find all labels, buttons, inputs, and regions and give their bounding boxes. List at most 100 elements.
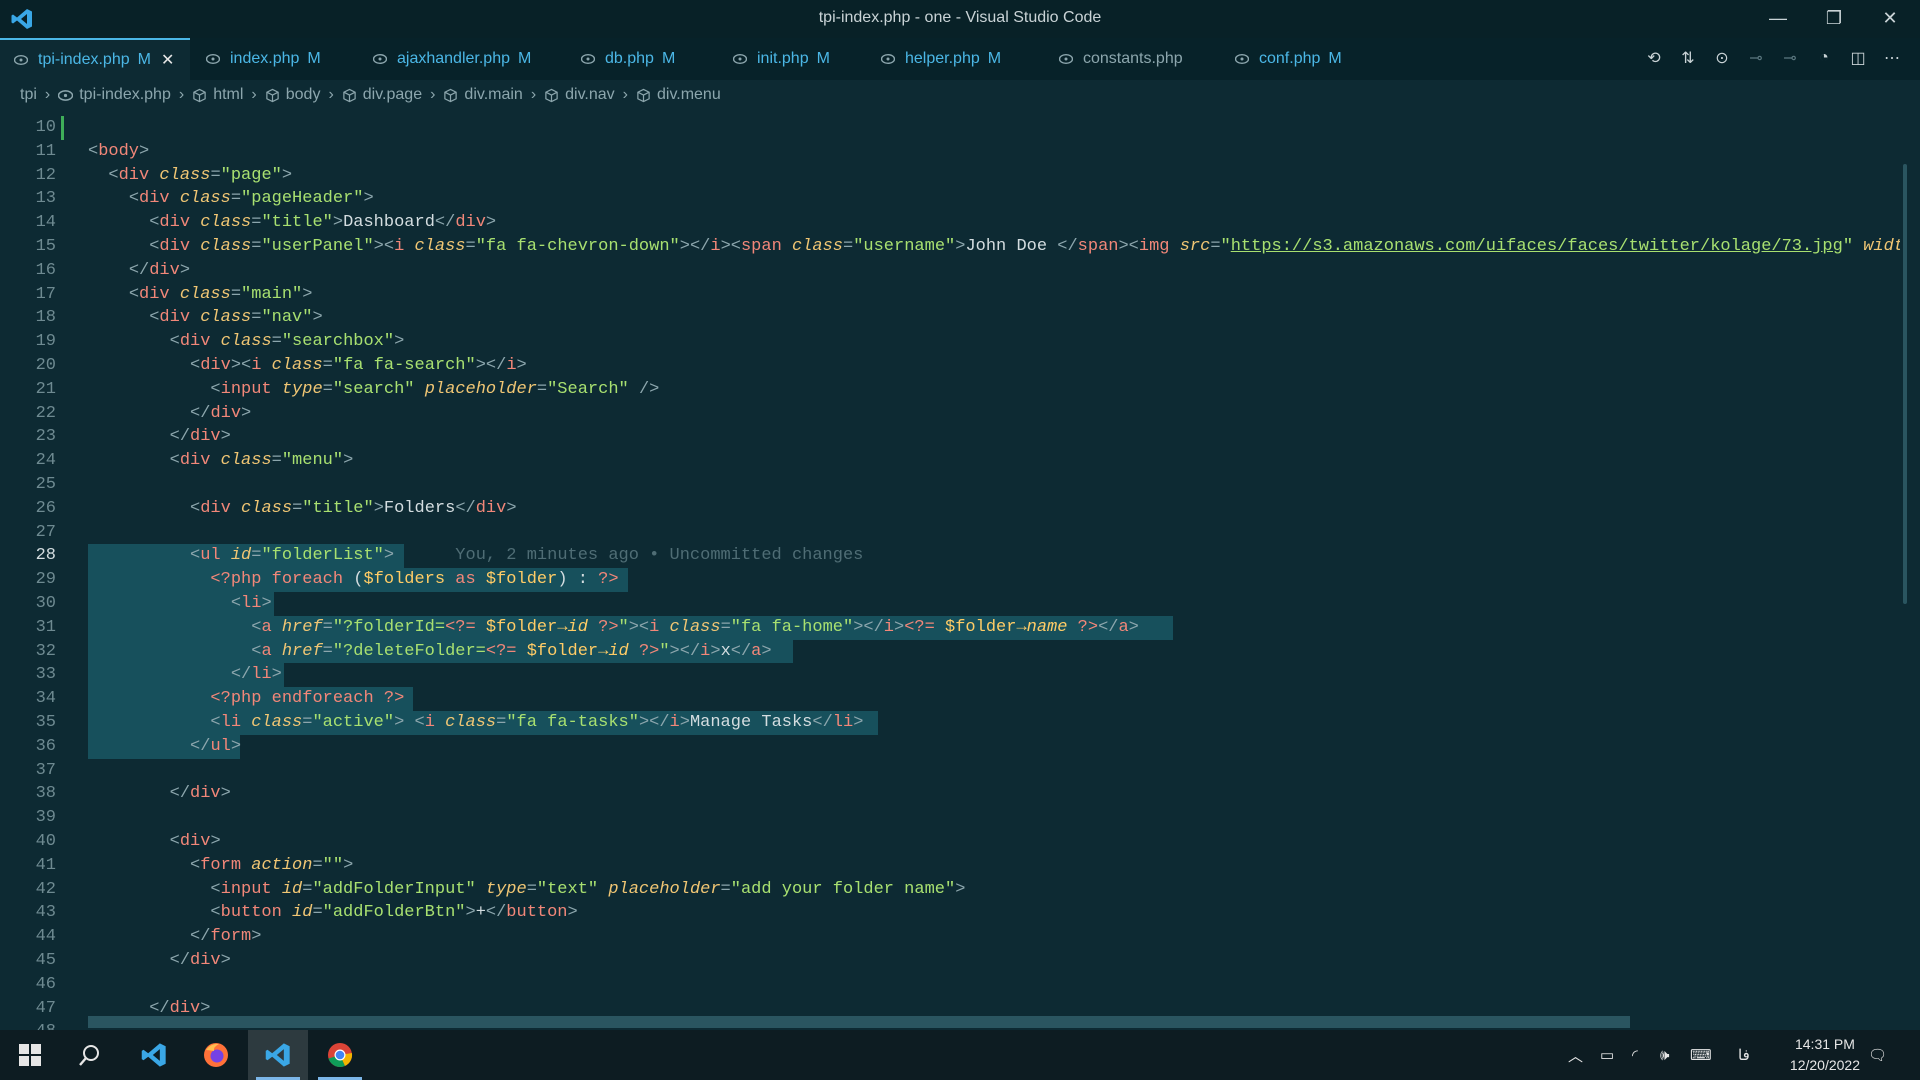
history-icon[interactable]: ⟲ (1644, 48, 1664, 68)
tab-label: init.php (757, 50, 809, 67)
modified-badge: M (661, 50, 676, 67)
code-line: </div> (190, 403, 252, 423)
symbol-cube-icon (545, 88, 558, 102)
php-file-icon (373, 54, 387, 64)
clock[interactable]: 14:31 PM 12/20/2022 (1790, 1034, 1860, 1076)
clock-date: 12/20/2022 (1789, 1057, 1860, 1073)
taskbar-vscode-active[interactable] (248, 1030, 308, 1080)
breadcrumb: tpi › tpi-index.php › html › body › div.page… (20, 84, 721, 106)
split-editor-icon[interactable]: ◫ (1848, 48, 1868, 68)
line-number: 40 (35, 832, 56, 851)
line-number: 36 (35, 736, 56, 756)
breadcrumb-item[interactable]: div.menu (657, 86, 721, 104)
line-number: 34 (35, 689, 56, 709)
code-line: <form action=""> (190, 855, 354, 875)
breadcrumb-item[interactable]: body (286, 86, 321, 104)
breadcrumb-item[interactable]: div.page (363, 86, 422, 104)
code-line: </li> (230, 665, 282, 685)
modified-badge: M (816, 50, 830, 67)
breadcrumb-item[interactable]: tpi (20, 86, 37, 104)
line-number: 35 (35, 713, 56, 732)
line-number: 14 (35, 213, 56, 233)
breadcrumb-item[interactable]: tpi-index.php (79, 86, 171, 104)
line-number: 10 (35, 118, 56, 137)
tab-index[interactable]: index.php M (192, 38, 357, 80)
vertical-scrollbar[interactable] (1903, 164, 1907, 604)
chevron-right-icon: › (430, 86, 436, 103)
previous-change-icon[interactable]: ⊸ (1746, 48, 1766, 68)
line-number: 17 (35, 284, 56, 304)
wifi-icon[interactable]: ◜ (1632, 1030, 1638, 1080)
code-link[interactable]: https://s3.amazonaws.com/uifaces/faces/t… (1231, 237, 1843, 256)
battery-icon[interactable]: ▭ (1600, 1030, 1614, 1080)
code-text: John Doe (965, 237, 1058, 256)
code-line: <li class="active"> <i class="fa fa-task… (210, 713, 864, 732)
modified-badge: M (517, 50, 532, 67)
code-line: <div class="userPanel"><i class="fa fa-c… (88, 235, 1900, 259)
line-number: 47 (35, 998, 56, 1018)
line-number: 15 (35, 237, 56, 256)
more-icon[interactable]: ⋯ (1882, 48, 1902, 68)
next-change-icon[interactable]: ⊸ (1780, 48, 1800, 68)
minimize-button[interactable]: — (1750, 0, 1806, 36)
breadcrumb-item[interactable]: html (213, 86, 243, 104)
restore-button[interactable]: ❐ (1806, 0, 1862, 36)
chevron-right-icon: › (178, 86, 185, 103)
tab-conf[interactable]: conf.php M (1221, 38, 1377, 80)
code-text: Manage Tasks (689, 713, 813, 732)
code-line: </form> (190, 927, 262, 947)
taskbar-vscode-pinned[interactable] (124, 1030, 184, 1080)
chevron-right-icon: › (328, 86, 334, 103)
code-editor[interactable]: 10 11 <body> 12 <div class="page"> 13 <di… (0, 116, 1900, 1030)
git-commit-icon[interactable]: ⊙ (1712, 48, 1732, 68)
code-line: <li> (230, 594, 272, 613)
code-line: <div class="pageHeader"> (128, 189, 374, 209)
start-button[interactable] (0, 1030, 60, 1080)
tab-label: conf.php (1259, 50, 1321, 67)
vscode-icon (265, 1043, 290, 1067)
modified-badge: M (987, 50, 1002, 67)
tab-helper[interactable]: helper.php M (867, 38, 1043, 80)
language-indicator[interactable]: فا (1738, 1030, 1750, 1080)
line-number: 19 (35, 332, 56, 352)
line-number: 22 (35, 403, 56, 423)
close-tab-icon[interactable]: ✕ (161, 50, 174, 70)
taskbar: ︿ ▭ ◜ 🕪 ⌨ فا 14:31 PM 12/20/2022 🗨 (0, 1030, 1920, 1080)
code-text: width (1863, 237, 1900, 256)
timeline-icon[interactable]: ◔ (1814, 48, 1834, 68)
compare-icon[interactable]: ⇅ (1678, 48, 1698, 68)
line-number: 41 (35, 855, 56, 875)
search-button[interactable] (60, 1030, 120, 1080)
php-file-icon (206, 54, 220, 64)
line-number: 23 (35, 427, 56, 447)
chevron-right-icon: › (622, 86, 628, 103)
volume-icon[interactable]: 🕪 (1660, 1030, 1669, 1080)
tab-ajaxhandler[interactable]: ajaxhandler.php M (359, 38, 565, 80)
keyboard-icon[interactable]: ⌨ (1690, 1030, 1712, 1080)
taskbar-chrome[interactable] (310, 1030, 370, 1080)
code-line: <div class="searchbox"> (169, 332, 405, 352)
breadcrumb-item[interactable]: div.nav (565, 86, 615, 104)
line-number: 39 (35, 808, 56, 828)
breadcrumb-item[interactable]: div.main (464, 86, 522, 104)
code-line: </div> (128, 260, 191, 280)
line-number: 38 (35, 784, 56, 804)
tab-db[interactable]: db.php M (567, 38, 717, 80)
tab-tpi-index[interactable]: tpi-index.php M ✕ (0, 38, 190, 80)
taskbar-firefox[interactable] (186, 1030, 246, 1080)
line-number: 18 (35, 308, 56, 328)
code-line: <button id="addFolderBtn">+</button> (210, 903, 578, 923)
tab-init[interactable]: init.php M (719, 38, 865, 80)
close-window-button[interactable]: ✕ (1862, 0, 1918, 36)
tab-constants[interactable]: constants.php (1045, 38, 1219, 80)
tab-label: helper.php (905, 50, 980, 67)
tab-bar: tpi-index.php M ✕ index.php M ajaxhandle… (0, 38, 1920, 80)
line-number: 16 (35, 260, 56, 280)
horizontal-scrollbar[interactable] (88, 1016, 1630, 1028)
line-number: 25 (35, 475, 56, 494)
symbol-cube-icon (193, 88, 206, 102)
php-file-icon (881, 54, 895, 64)
show-hidden-icons[interactable]: ︿ (1568, 1030, 1583, 1080)
tab-label: ajaxhandler.php (397, 50, 510, 67)
notifications-icon[interactable]: 🗨 (1868, 1030, 1887, 1080)
